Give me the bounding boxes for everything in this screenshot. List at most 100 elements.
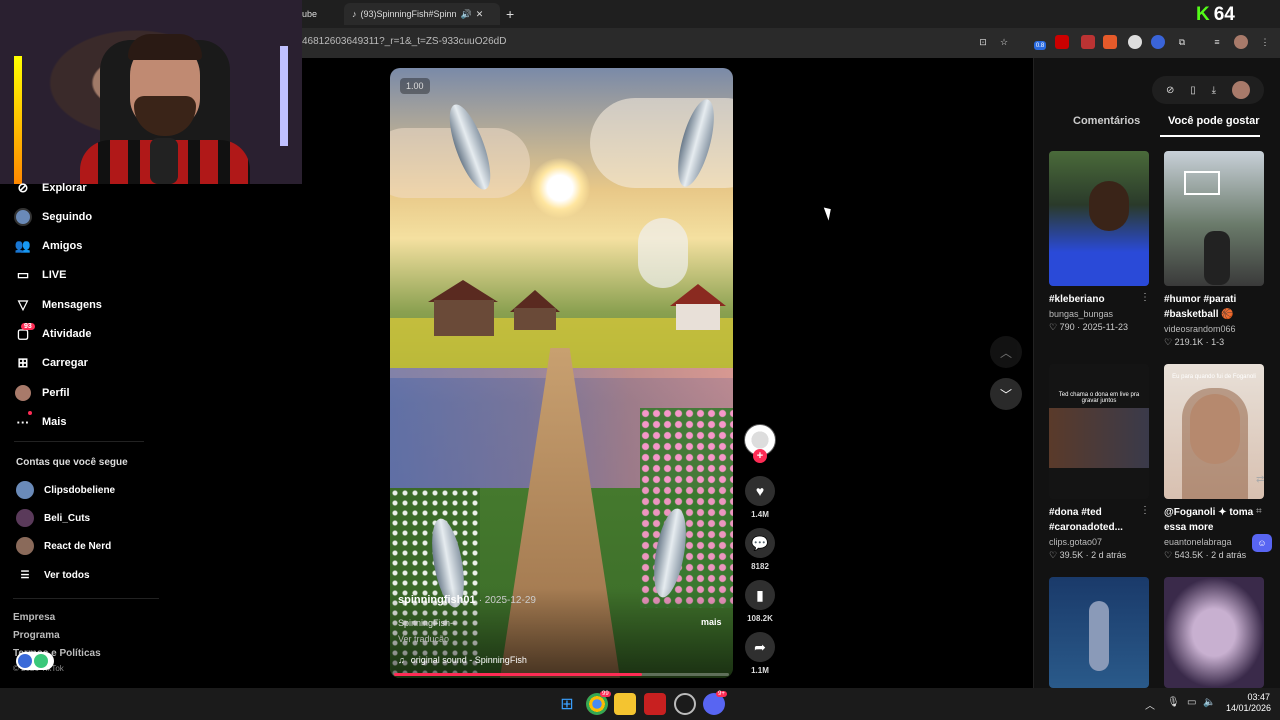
download-icon[interactable]: ⤓	[1212, 85, 1216, 96]
sound-link[interactable]: ♫ original sound - SpinningFish	[398, 655, 527, 665]
sidebar-item-label: Amigos	[42, 240, 83, 252]
app-icon[interactable]	[644, 693, 666, 715]
tab-comentarios[interactable]: Comentários	[1073, 115, 1140, 127]
house-roof	[670, 284, 726, 306]
sidebar-item-live[interactable]: ▭ LIVE	[14, 264, 67, 286]
tab-label: (93)SpinningFish#Spinning	[360, 9, 457, 19]
tab-voce-pode-gostar[interactable]: Você pode gostar	[1168, 115, 1259, 127]
notification-dot	[28, 411, 32, 415]
card-user[interactable]: bungas_bungas	[1049, 309, 1113, 319]
divider	[13, 598, 159, 599]
discord-icon[interactable]: ☺	[1252, 534, 1272, 552]
playback-speed[interactable]: 1.00	[400, 78, 430, 94]
video-thumbnail[interactable]: Eu para quando fui de Foganoli	[1164, 364, 1264, 499]
video-thumbnail[interactable]	[1049, 577, 1149, 688]
follow-plus-icon[interactable]: +	[753, 449, 767, 463]
sidebar-item-amigos[interactable]: 👥 Amigos	[14, 235, 82, 257]
share-button[interactable]: ➦ 1.1M	[744, 632, 776, 675]
save-button[interactable]: ▮ 108.2K	[744, 580, 776, 623]
thumb-hair	[1182, 388, 1248, 499]
translate-link[interactable]: Ver tradução	[398, 634, 449, 644]
sidebar-item-perfil[interactable]: Perfil	[14, 382, 70, 404]
share-arrow-icon: ➦	[745, 632, 775, 662]
card-title[interactable]: #kleberiano	[1049, 292, 1149, 307]
sidebar-item-mais[interactable]: ··· Mais	[14, 411, 67, 433]
card-likes: 39.5K	[1059, 550, 1084, 560]
card-title[interactable]: #humor #parati #basketball 🏀	[1164, 292, 1264, 322]
footer-link-empresa[interactable]: Empresa	[13, 612, 55, 623]
obs-icon[interactable]	[674, 693, 696, 715]
like-button[interactable]: ♥ 1.4M	[744, 476, 776, 519]
house	[676, 304, 720, 330]
next-video-button[interactable]: ﹀	[990, 378, 1022, 410]
footer-link-programa[interactable]: Programa	[13, 630, 60, 641]
card-title[interactable]: @Foganoli ✦ toma essa more	[1164, 505, 1264, 535]
extension-icon[interactable]	[1151, 35, 1165, 49]
prev-video-button[interactable]: ︿	[990, 336, 1022, 368]
tray-chevron-icon[interactable]: ︿	[1145, 697, 1155, 712]
youtube-ext-icon[interactable]	[1055, 35, 1069, 49]
video-thumbnail[interactable]: Ted chama o dona em live pra gravar junt…	[1049, 364, 1149, 499]
file-explorer-icon[interactable]	[614, 693, 636, 715]
install-icon[interactable]: ⊡	[976, 35, 990, 49]
video-thumbnail[interactable]	[1164, 577, 1264, 688]
volume-icon[interactable]: 🔈	[1203, 697, 1215, 708]
followed-account[interactable]: Clipsdobeliene	[16, 480, 115, 500]
house	[514, 308, 556, 330]
close-tab-icon[interactable]: ✕	[476, 9, 484, 20]
microphone-icon[interactable]: 🎙	[1167, 697, 1180, 708]
card-user[interactable]: clips.gotao07	[1049, 537, 1102, 547]
extension-icon[interactable]	[1103, 35, 1117, 49]
card-user[interactable]: euantonelabraga	[1164, 537, 1232, 547]
system-clock[interactable]: 03:47 14/01/2026	[1226, 692, 1271, 714]
browser-tab-active[interactable]: ♪ (93)SpinningFish#Spinning 🔊 ✕	[344, 3, 500, 25]
reading-list-icon[interactable]: ≡	[1210, 35, 1224, 49]
puzzle-icon[interactable]: ⧉	[1175, 35, 1189, 49]
card-user[interactable]: videosrandom066	[1164, 324, 1236, 334]
video-creator[interactable]: spinningfish01 · 2025-12-29	[398, 594, 536, 606]
compass-icon: ⊘	[17, 180, 29, 195]
sidebar-item-seguindo[interactable]: Seguindo	[14, 206, 92, 228]
speaker-icon[interactable]: 🔊	[461, 9, 472, 20]
video-thumbnail[interactable]	[1049, 151, 1149, 286]
taskbar	[0, 688, 1280, 720]
extension-icon[interactable]	[1081, 35, 1095, 49]
video-player[interactable]	[390, 68, 733, 678]
windows-start-icon[interactable]: ⊞	[556, 693, 578, 715]
bookmark-star-icon[interactable]: ☆	[997, 35, 1011, 49]
card-likes: 543.5K	[1174, 550, 1204, 560]
url-field[interactable]: 46812603649311?_r=1&_t=ZS-933cuuO26dD	[302, 36, 506, 47]
new-tab-icon[interactable]: +	[506, 6, 514, 22]
followed-account[interactable]: React de Nerd	[16, 536, 111, 556]
upload-icon: ⊞	[17, 355, 29, 370]
network-icon[interactable]: ▭	[1187, 697, 1196, 708]
profile-avatar[interactable]	[1234, 35, 1248, 49]
menu-kebab-icon[interactable]: ⋮	[1258, 35, 1272, 49]
sidebar-item-mensagens[interactable]: ▽ Mensagens	[14, 294, 102, 316]
clock-time: 03:47	[1247, 692, 1270, 702]
card-menu-icon[interactable]: ⋮	[1140, 292, 1150, 303]
extension-icon[interactable]	[1128, 35, 1142, 49]
translate-icon[interactable]: ⇄	[1256, 474, 1264, 485]
followed-account[interactable]: Beli_Cuts	[16, 508, 90, 528]
avatar[interactable]	[1232, 81, 1250, 99]
compass-icon[interactable]: ⊘	[1166, 85, 1174, 96]
caption-more-button[interactable]: mais	[701, 617, 722, 627]
sidebar-item-explorar[interactable]: ⊘ Explorar	[14, 177, 87, 199]
card-meta: ♡ 219.1K · 1-3	[1164, 337, 1225, 347]
see-all-link[interactable]: ☰ Ver todos	[16, 565, 90, 585]
sidebar-item-label: Atividade	[42, 328, 92, 340]
grid-icon[interactable]: ⌗	[1256, 506, 1262, 517]
sidebar-item-carregar[interactable]: ⊞ Carregar	[14, 352, 88, 374]
card-likes: 790	[1059, 322, 1075, 332]
card-menu-icon[interactable]: ⋮	[1140, 505, 1150, 516]
sidebar-item-label: Mensagens	[42, 299, 102, 311]
phone-icon[interactable]: ▯	[1190, 85, 1196, 96]
screen-share-pill[interactable]	[16, 652, 54, 670]
card-title[interactable]: #dona #ted #caronadoted...	[1049, 505, 1149, 535]
chevron-up-icon: ︿	[999, 345, 1012, 360]
following-title: Contas que você segue	[16, 457, 128, 468]
video-thumbnail[interactable]	[1164, 151, 1264, 286]
comment-button[interactable]: 💬 8182	[744, 528, 776, 571]
heart-icon: ♥	[745, 476, 775, 506]
